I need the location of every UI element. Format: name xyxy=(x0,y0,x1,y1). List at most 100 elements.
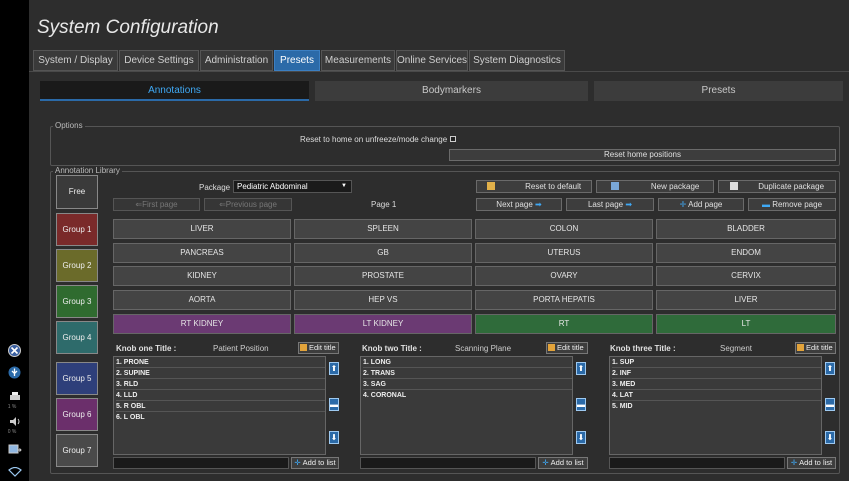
tab-administration[interactable]: Administration xyxy=(200,50,273,71)
annotation-cell[interactable]: GB xyxy=(294,243,472,263)
knob-one-add-button[interactable]: ✛ Add to list xyxy=(291,457,339,469)
annotation-cell[interactable]: RT KIDNEY xyxy=(113,314,291,334)
annotation-cell[interactable]: ENDOM xyxy=(656,243,836,263)
new-package-button[interactable]: New package xyxy=(596,180,714,193)
new-package-label: New package xyxy=(650,182,700,191)
list-item[interactable]: 4. LAT xyxy=(612,391,821,401)
annotation-cell[interactable]: LIVER xyxy=(656,290,836,310)
knob-one-remove-button[interactable]: ▬ xyxy=(329,398,339,411)
remove-page-button[interactable]: ▬ Remove page xyxy=(748,198,836,211)
knob-one-move-up-button[interactable]: ⬆ xyxy=(329,362,339,375)
left-system-bar: 1 % 0 % xyxy=(0,0,29,481)
group-7-button[interactable]: Group 7 xyxy=(56,434,98,467)
tab-measurements[interactable]: Measurements xyxy=(321,50,395,71)
annotation-cell[interactable]: PROSTATE xyxy=(294,266,472,286)
knob-two-add-input[interactable] xyxy=(360,457,536,469)
app-root: { "window": {"title": "System Configurat… xyxy=(0,0,849,481)
list-item[interactable]: 3. RLD xyxy=(116,380,325,390)
next-page-button[interactable]: Next page ➡ xyxy=(476,198,562,211)
annotation-cell[interactable]: HEP VS xyxy=(294,290,472,310)
knob-three-move-down-button[interactable]: ⬇ xyxy=(825,431,835,444)
subtab-bodymarkers[interactable]: Bodymarkers xyxy=(315,81,588,101)
annotation-cell[interactable]: BLADDER xyxy=(656,219,836,239)
knob-three-list[interactable]: 1. SUP 2. INF 3. MED 4. LAT 5. MID xyxy=(609,356,822,455)
list-item[interactable]: 4. CORONAL xyxy=(363,391,572,401)
annotation-cell[interactable]: RT xyxy=(475,314,653,334)
group-3-button[interactable]: Group 3 xyxy=(56,285,98,318)
group-2-button[interactable]: Group 2 xyxy=(56,249,98,282)
annotation-cell[interactable]: PANCREAS xyxy=(113,243,291,263)
image-export-icon[interactable] xyxy=(8,444,22,458)
list-item[interactable]: 2. TRANS xyxy=(363,369,572,379)
list-item[interactable]: 6. L OBL xyxy=(116,413,325,423)
annotation-cell[interactable]: LT xyxy=(656,314,836,334)
annotation-library-label: Annotation Library xyxy=(53,166,122,175)
subtab-annotations[interactable]: Annotations xyxy=(40,81,309,101)
list-item[interactable]: 2. SUPINE xyxy=(116,369,325,379)
annotation-cell[interactable]: LT KIDNEY xyxy=(294,314,472,334)
knob-two-remove-button[interactable]: ▬ xyxy=(576,398,586,411)
first-page-button[interactable]: ⇐First page xyxy=(113,198,200,211)
new-package-icon xyxy=(610,182,619,190)
group-5-button[interactable]: Group 5 xyxy=(56,362,98,395)
package-select[interactable]: Pediatric Abdominal ▼ xyxy=(233,180,352,193)
group-4-button[interactable]: Group 4 xyxy=(56,321,98,354)
knob-three-move-up-button[interactable]: ⬆ xyxy=(825,362,835,375)
previous-page-button[interactable]: ⇐Previous page xyxy=(204,198,292,211)
duplicate-package-button[interactable]: Duplicate package xyxy=(718,180,836,193)
knob-two-edit-title-label: Edit title xyxy=(557,343,584,352)
tab-presets[interactable]: Presets xyxy=(274,50,320,71)
list-item[interactable]: 1. SUP xyxy=(612,358,821,368)
tab-system-display[interactable]: System / Display xyxy=(33,50,118,71)
knob-one-move-down-button[interactable]: ⬇ xyxy=(329,431,339,444)
document-icon xyxy=(486,182,495,190)
last-page-button[interactable]: Last page ➡ xyxy=(566,198,654,211)
knob-two-add-button[interactable]: ✛ Add to list xyxy=(538,457,588,469)
list-item[interactable]: 4. LLD xyxy=(116,391,325,401)
add-page-button[interactable]: ✛ Add page xyxy=(658,198,744,211)
tab-device-settings[interactable]: Device Settings xyxy=(119,50,199,71)
annotation-cell[interactable]: UTERUS xyxy=(475,243,653,263)
free-annot-button[interactable]: Free Annot. xyxy=(56,175,98,228)
knob-two-move-up-button[interactable]: ⬆ xyxy=(576,362,586,375)
knob-two-move-down-button[interactable]: ⬇ xyxy=(576,431,586,444)
knob-three-title-label: Knob three Title : xyxy=(610,344,676,353)
printer-icon[interactable] xyxy=(8,391,21,405)
knob-two-list[interactable]: 1. LONG 2. TRANS 3. SAG 4. CORONAL xyxy=(360,356,573,455)
tab-online-services[interactable]: Online Services xyxy=(396,50,468,71)
reset-to-default-button[interactable]: Reset to default xyxy=(476,180,592,193)
list-item[interactable]: 2. INF xyxy=(612,369,821,379)
knob-one-edit-title-button[interactable]: Edit title xyxy=(298,342,339,354)
annotation-cell[interactable]: PORTA HEPATIS xyxy=(475,290,653,310)
usb-icon[interactable] xyxy=(8,366,21,382)
list-item[interactable]: 5. R OBL xyxy=(116,402,325,412)
subtab-presets[interactable]: Presets xyxy=(594,81,843,101)
reset-home-positions-button[interactable]: Reset home positions xyxy=(449,149,836,161)
knob-one-add-input[interactable] xyxy=(113,457,289,469)
knob-three-add-button[interactable]: ✛ Add to list xyxy=(787,457,836,469)
annotation-cell[interactable]: OVARY xyxy=(475,266,653,286)
annotation-cell[interactable]: COLON xyxy=(475,219,653,239)
list-item[interactable]: 3. MED xyxy=(612,380,821,390)
knob-two-title-label: Knob two Title : xyxy=(362,344,422,353)
annotation-cell[interactable]: CERVIX xyxy=(656,266,836,286)
knob-three-edit-title-button[interactable]: Edit title xyxy=(795,342,836,354)
knob-one-list[interactable]: 1. PRONE 2. SUPINE 3. RLD 4. LLD 5. R OB… xyxy=(113,356,326,455)
list-item[interactable]: 1. PRONE xyxy=(116,358,325,368)
annotation-cell[interactable]: AORTA xyxy=(113,290,291,310)
knob-three-remove-button[interactable]: ▬ xyxy=(825,398,835,411)
tab-system-diagnostics[interactable]: System Diagnostics xyxy=(469,50,565,71)
knob-three-add-input[interactable] xyxy=(609,457,785,469)
knob-two-edit-title-button[interactable]: Edit title xyxy=(546,342,588,354)
close-circle-icon[interactable] xyxy=(8,344,21,360)
annotation-cell[interactable]: KIDNEY xyxy=(113,266,291,286)
group-6-button[interactable]: Group 6 xyxy=(56,398,98,431)
reset-home-checkbox[interactable] xyxy=(450,136,456,142)
group-1-button[interactable]: Group 1 xyxy=(56,213,98,246)
list-item[interactable]: 1. LONG xyxy=(363,358,572,368)
annotation-cell[interactable]: LIVER xyxy=(113,219,291,239)
annotation-cell[interactable]: SPLEEN xyxy=(294,219,472,239)
list-item[interactable]: 3. SAG xyxy=(363,380,572,390)
speaker-icon[interactable] xyxy=(8,416,21,430)
list-item[interactable]: 5. MID xyxy=(612,402,821,412)
